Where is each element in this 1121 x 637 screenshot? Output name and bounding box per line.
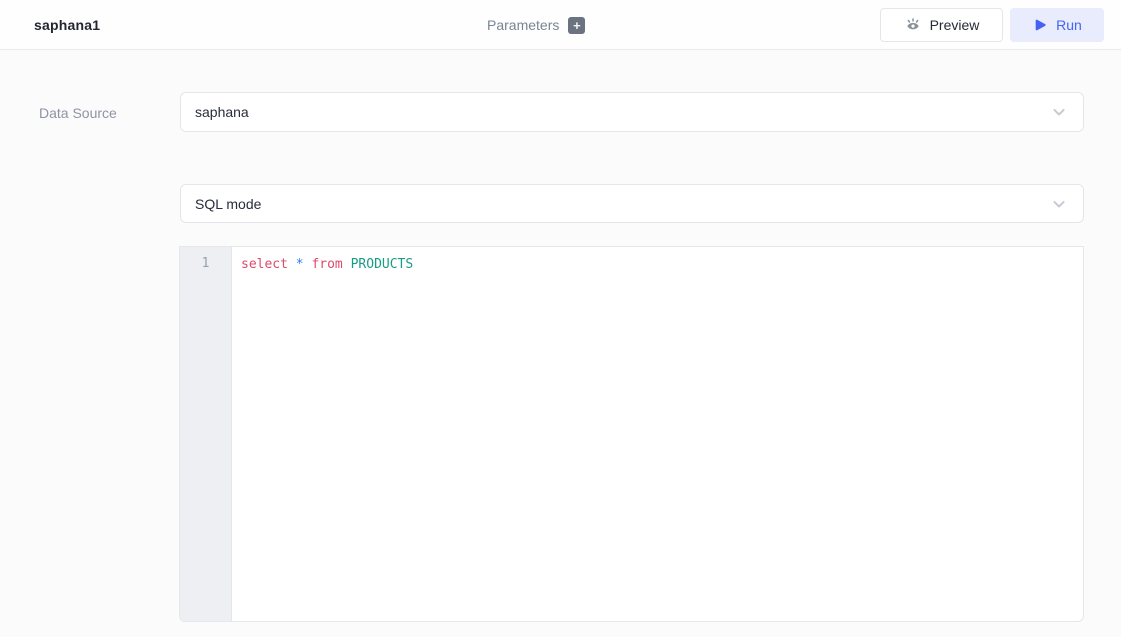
space (343, 257, 351, 272)
preview-button-label: Preview (930, 17, 980, 33)
sql-keyword: from (311, 257, 342, 272)
plus-icon: + (573, 19, 581, 32)
query-mode-selected-value: SQL mode (195, 196, 1049, 212)
query-title: saphana1 (34, 0, 100, 50)
data-source-label: Data Source (39, 105, 117, 121)
data-source-selected-value: saphana (195, 104, 1049, 120)
sql-keyword: select (241, 257, 288, 272)
play-icon (1032, 17, 1048, 33)
query-mode-select[interactable]: SQL mode (180, 184, 1084, 223)
data-source-select[interactable]: saphana (180, 92, 1084, 132)
sql-table-name: PRODUCTS (351, 257, 414, 272)
parameters-label: Parameters (487, 17, 559, 33)
chevron-down-icon (1049, 102, 1069, 122)
add-parameter-button[interactable]: + (568, 17, 585, 34)
chevron-down-icon (1049, 194, 1069, 214)
line-number: 1 (180, 247, 231, 271)
sql-editor: 1 select * from PRODUCTS (179, 246, 1084, 622)
topbar: saphana1 Parameters + Preview (0, 0, 1121, 50)
sql-code-input[interactable]: select * from PRODUCTS (233, 247, 1083, 621)
eye-icon (904, 16, 922, 34)
parameters-group: Parameters + (487, 0, 585, 50)
run-button[interactable]: Run (1010, 8, 1104, 42)
editor-gutter: 1 (180, 247, 232, 621)
space (288, 257, 296, 272)
run-button-label: Run (1056, 17, 1082, 33)
preview-button[interactable]: Preview (880, 8, 1003, 42)
code-line: select * from PRODUCTS (241, 256, 1083, 273)
sql-operator: * (296, 257, 304, 272)
